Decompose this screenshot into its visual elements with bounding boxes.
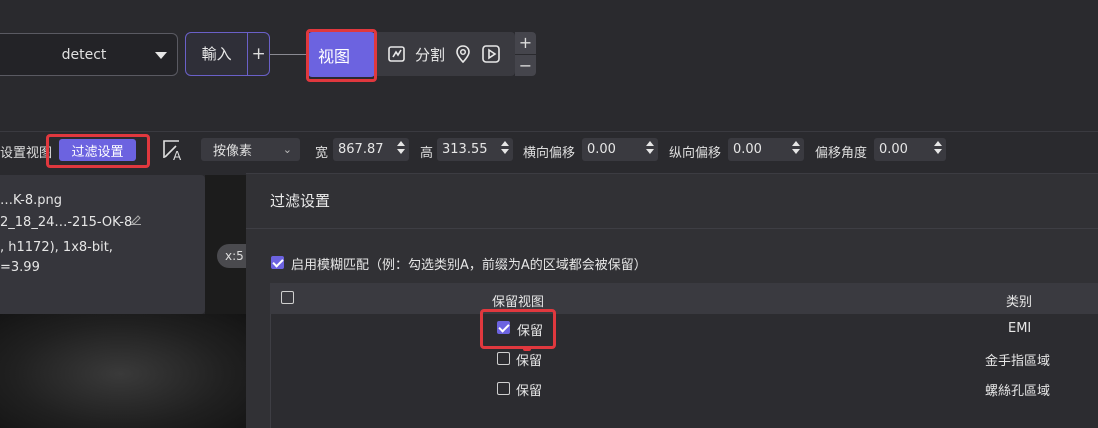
h-offset-label: 横向偏移	[523, 146, 576, 161]
width-value: 867.87	[338, 142, 384, 157]
row-category: 金手指區域	[985, 354, 1051, 369]
row-keep-checkbox[interactable]	[497, 352, 510, 365]
node-connector	[270, 54, 306, 55]
image-canvas[interactable]	[0, 314, 246, 428]
dialog-title: 过滤设置	[270, 192, 331, 210]
input-node-label: 輸入	[186, 33, 249, 75]
input-add-button[interactable]: +	[248, 44, 269, 64]
height-label: 高	[420, 146, 434, 161]
column-category: 类别	[1006, 295, 1033, 310]
row-keep-label[interactable]: 保留	[516, 380, 542, 399]
node-stepper[interactable]: + −	[515, 32, 536, 76]
table-body	[270, 314, 1098, 428]
h-offset-input[interactable]: 0.00	[582, 138, 658, 161]
split-node-label: 分割	[415, 45, 446, 64]
row-category: EMI	[1008, 321, 1032, 336]
edit-icon[interactable]	[130, 213, 142, 225]
text-label-icon[interactable]: A	[162, 138, 184, 162]
info-path: 2_18_24…-215-OK-8	[0, 215, 133, 230]
width-input[interactable]: 867.87	[333, 138, 409, 161]
detect-select-value: detect	[61, 46, 107, 63]
coordinate-badge: x:5	[217, 244, 247, 268]
v-offset-value: 0.00	[733, 142, 762, 157]
v-offset-input[interactable]: 0.00	[728, 138, 804, 161]
info-extra: =3.99	[0, 260, 40, 275]
highlight-box-filter	[46, 134, 150, 168]
v-offset-spinner-icon[interactable]	[792, 141, 800, 158]
height-input[interactable]: 313.55	[437, 138, 513, 161]
play-icon[interactable]	[481, 44, 501, 64]
angle-label: 偏移角度	[815, 146, 868, 161]
unit-select-value: 按像素	[213, 144, 253, 159]
width-label: 宽	[315, 146, 329, 161]
column-keep-view: 保留视图	[492, 295, 545, 310]
angle-spinner-icon[interactable]	[934, 141, 942, 158]
fuzzy-match-checkbox[interactable]	[271, 256, 284, 269]
height-spinner-icon[interactable]	[501, 141, 509, 158]
info-dimensions: , h1172), 1x8-bit,	[0, 240, 113, 255]
split-node[interactable]: 分割	[377, 32, 515, 76]
h-offset-value: 0.00	[587, 142, 616, 157]
info-filename: …K-8.png	[0, 193, 62, 208]
fuzzy-match-label[interactable]: 启用模糊匹配（例：勾选类别A，前缀为A的区域都会被保留）	[291, 254, 647, 273]
angle-input[interactable]: 0.00	[874, 138, 946, 161]
h-offset-spinner-icon[interactable]	[646, 141, 654, 158]
view-settings-label[interactable]: 设置视图	[0, 142, 52, 161]
chevron-down-icon: ⌄	[282, 143, 292, 156]
location-pin-icon[interactable]	[453, 44, 473, 64]
edit-shape-icon[interactable]	[387, 44, 407, 64]
unit-select[interactable]: 按像素 ⌄	[201, 138, 300, 161]
highlight-box-keep	[480, 309, 556, 349]
height-value: 313.55	[442, 142, 488, 157]
svg-text:A: A	[173, 149, 182, 162]
row-keep-label[interactable]: 保留	[516, 350, 542, 369]
image-info-panel: …K-8.png 2_18_24…-215-OK-8 , h1172), 1x8…	[0, 175, 205, 314]
v-offset-label: 纵向偏移	[669, 146, 722, 161]
stepper-plus-button[interactable]: +	[515, 32, 536, 55]
stepper-minus-button[interactable]: −	[515, 55, 536, 77]
input-node[interactable]: 輸入 +	[185, 32, 270, 76]
width-spinner-icon[interactable]	[397, 141, 405, 158]
row-keep-checkbox[interactable]	[497, 382, 510, 395]
row-category: 螺絲孔區域	[985, 384, 1051, 399]
highlight-box-view	[306, 29, 377, 82]
dialog-divider	[246, 228, 1098, 229]
caret-down-icon	[155, 52, 167, 59]
select-all-checkbox[interactable]	[281, 291, 294, 304]
table-header	[270, 283, 1098, 314]
detect-select[interactable]: detect	[0, 33, 178, 76]
angle-value: 0.00	[879, 142, 908, 157]
